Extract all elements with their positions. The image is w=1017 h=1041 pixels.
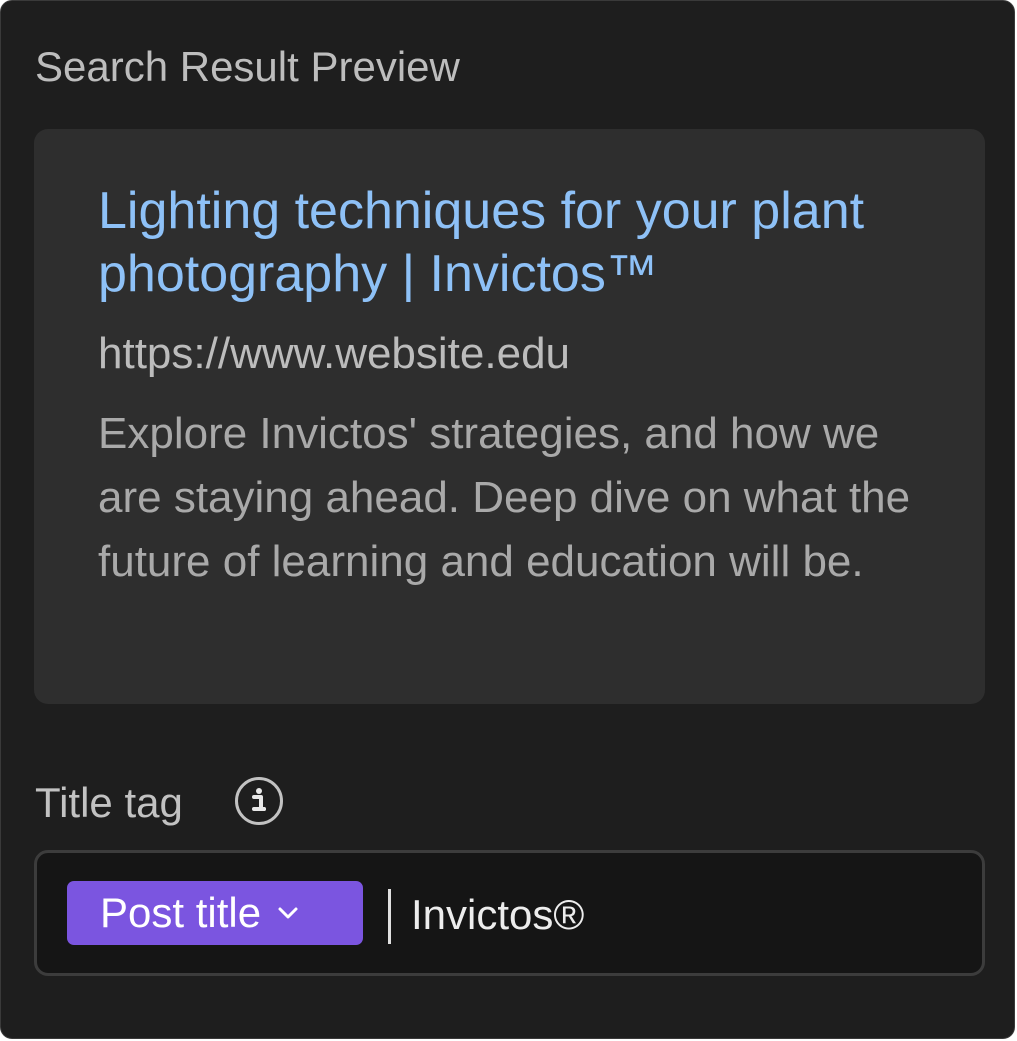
text-caret: [388, 889, 391, 944]
preview-description: Explore Invictos' strategies, and how we…: [98, 409, 911, 586]
title-tag-label: Title tag: [35, 779, 183, 826]
panel-heading: Search Result Preview: [35, 43, 460, 90]
search-preview-panel: Search Result Preview Lighting technique…: [0, 0, 1015, 1039]
post-title-token-label: Post title: [100, 889, 262, 936]
search-result-preview-card: Lighting techniques for your plant photo…: [34, 129, 985, 704]
title-tag-value[interactable]: Invictos®: [411, 886, 584, 944]
info-icon[interactable]: [234, 776, 284, 826]
chevron-down-icon: [275, 900, 301, 926]
preview-title: Lighting techniques for your plant photo…: [98, 182, 865, 303]
title-tag-input[interactable]: Post title Invictos®: [34, 850, 985, 976]
preview-url: https://www.website.edu: [98, 329, 571, 378]
post-title-token-dropdown[interactable]: Post title: [67, 881, 363, 945]
